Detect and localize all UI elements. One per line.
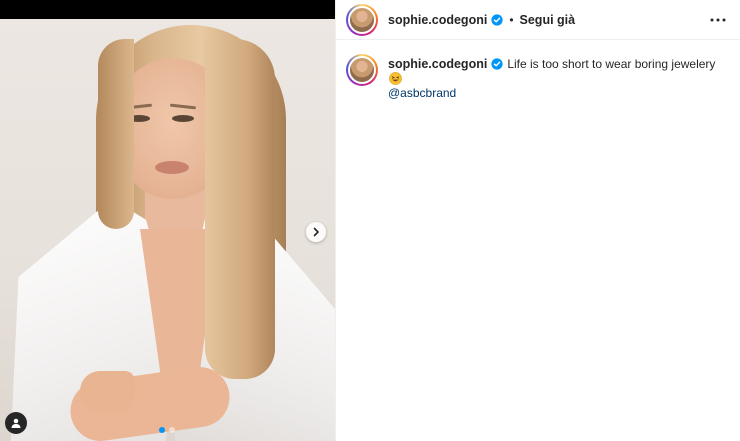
caption-author-avatar[interactable] [346, 54, 378, 86]
carousel-dot-active [159, 427, 165, 433]
photo-hair-front-left [98, 39, 134, 229]
carousel-indicator [159, 427, 175, 433]
user-tag-icon [11, 418, 21, 428]
caption-mention-link[interactable]: @asbcbrand [388, 85, 728, 101]
photo-lips [155, 161, 189, 174]
avatar [348, 5, 376, 34]
avatar [348, 56, 376, 84]
photo-eye-right [172, 115, 194, 122]
author-username[interactable]: sophie.codegoni [388, 13, 487, 27]
post-side-panel: sophie.codegoni • Segui già sophie.codeg… [335, 0, 740, 441]
photo-hair-front-right [205, 39, 275, 379]
caption-body: sophie.codegoni Life is too short to wea… [388, 56, 728, 101]
chevron-right-icon [313, 227, 319, 237]
more-options-button[interactable] [708, 10, 728, 30]
post-header: sophie.codegoni • Segui già [336, 0, 740, 40]
grinning-tongue-emoji-icon [389, 72, 402, 85]
media-top-bar [0, 0, 335, 19]
caption-line: sophie.codegoni Life is too short to wea… [388, 56, 728, 85]
caption-username[interactable]: sophie.codegoni [388, 56, 487, 72]
post-media [0, 0, 335, 441]
following-button[interactable]: Segui già [520, 13, 576, 27]
verified-badge-icon [491, 58, 503, 70]
author-avatar[interactable] [346, 3, 378, 36]
more-options-icon [710, 18, 726, 21]
carousel-dot [169, 427, 175, 433]
post-caption: sophie.codegoni Life is too short to wea… [336, 40, 740, 101]
carousel-next-button[interactable] [306, 222, 326, 242]
instagram-post: sophie.codegoni • Segui già sophie.codeg… [0, 0, 740, 441]
verified-badge-icon [491, 13, 503, 26]
post-photo[interactable] [0, 19, 335, 441]
caption-text: Life is too short to wear boring jeweler… [507, 57, 716, 71]
photo-hand [80, 371, 135, 413]
user-tag-button[interactable] [5, 412, 27, 434]
header-separator: • [509, 12, 514, 27]
